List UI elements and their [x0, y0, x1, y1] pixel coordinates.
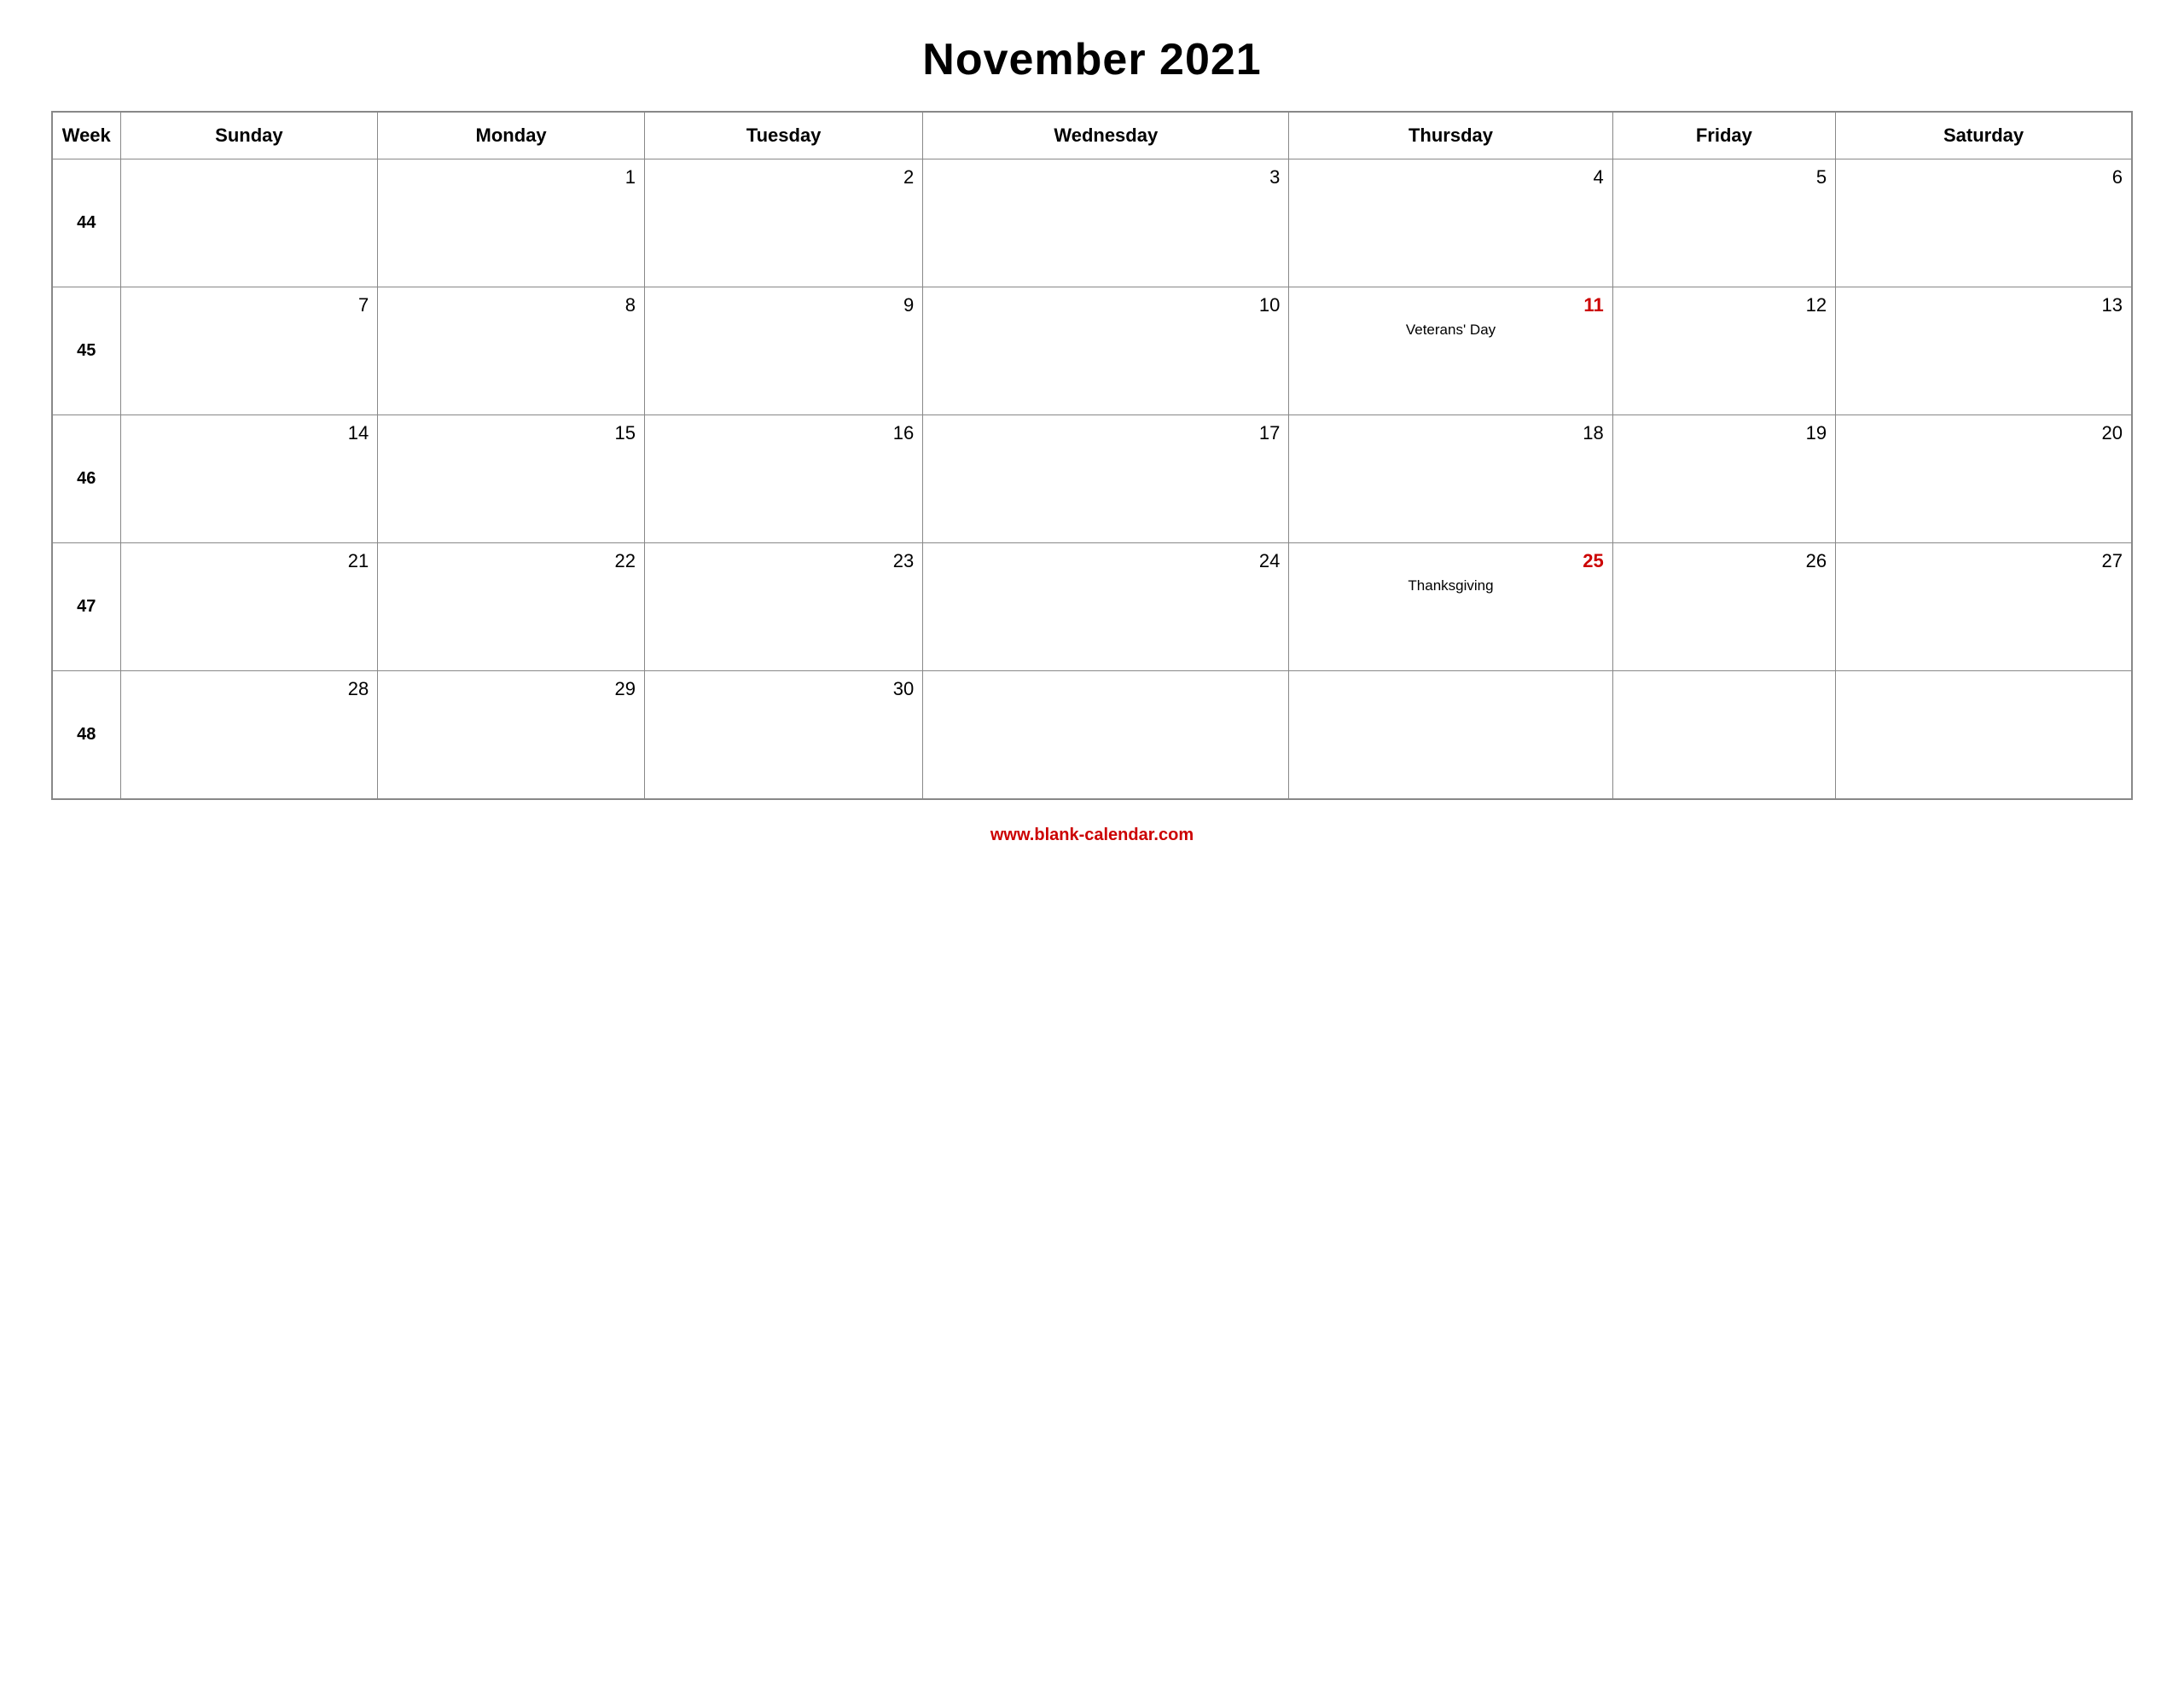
- day-cell: 6: [1836, 159, 2132, 287]
- day-cell: 13: [1836, 287, 2132, 415]
- day-cell: 24: [923, 543, 1289, 671]
- day-cell: 21: [120, 543, 378, 671]
- col-header-week: Week: [52, 112, 120, 159]
- day-number: 13: [1844, 294, 2123, 316]
- day-number: 11: [1298, 294, 1603, 316]
- day-cell: 27: [1836, 543, 2132, 671]
- day-cell: 12: [1612, 287, 1835, 415]
- page-title: November 2021: [922, 34, 1261, 85]
- table-row: 48 28 29 30: [52, 671, 2132, 799]
- day-number: 21: [130, 550, 369, 572]
- day-number: 20: [1844, 422, 2123, 444]
- table-row: 45 789 10 11 Veterans' Day 12 13: [52, 287, 2132, 415]
- day-cell: [120, 159, 378, 287]
- day-cell: 28: [120, 671, 378, 799]
- day-cell: 10: [923, 287, 1289, 415]
- day-number: 5: [1622, 166, 1827, 188]
- day-cell: [1836, 671, 2132, 799]
- day-cell: 29: [378, 671, 645, 799]
- day-cell: [1289, 671, 1612, 799]
- day-number: 9: [653, 294, 914, 316]
- day-number: 4: [1298, 166, 1603, 188]
- holiday-name: Thanksgiving: [1298, 577, 1603, 594]
- calendar-table: Week Sunday Monday Tuesday Wednesday Thu…: [51, 111, 2133, 800]
- col-header-saturday: Saturday: [1836, 112, 2132, 159]
- day-number: 3: [932, 166, 1280, 188]
- day-number: 23: [653, 550, 914, 572]
- week-number: 46: [52, 415, 120, 543]
- table-row: 46 14 15 16 17 18 19 20: [52, 415, 2132, 543]
- week-number: 44: [52, 159, 120, 287]
- day-cell: 7: [120, 287, 378, 415]
- day-cell: 8: [378, 287, 645, 415]
- col-header-monday: Monday: [378, 112, 645, 159]
- day-cell: 9: [644, 287, 922, 415]
- day-number: 14: [130, 422, 369, 444]
- day-number: 29: [386, 678, 636, 700]
- day-number: 15: [386, 422, 636, 444]
- holiday-name: Veterans' Day: [1298, 322, 1603, 339]
- col-header-wednesday: Wednesday: [923, 112, 1289, 159]
- day-cell: 2: [644, 159, 922, 287]
- col-header-friday: Friday: [1612, 112, 1835, 159]
- week-number: 48: [52, 671, 120, 799]
- day-number: 12: [1622, 294, 1827, 316]
- col-header-sunday: Sunday: [120, 112, 378, 159]
- col-header-thursday: Thursday: [1289, 112, 1612, 159]
- header-row: Week Sunday Monday Tuesday Wednesday Thu…: [52, 112, 2132, 159]
- day-number: 26: [1622, 550, 1827, 572]
- day-number: 7: [130, 294, 369, 316]
- footer: www.blank-calendar.com: [990, 826, 1194, 845]
- day-cell: 1: [378, 159, 645, 287]
- day-cell: 16: [644, 415, 922, 543]
- day-cell: 20: [1836, 415, 2132, 543]
- day-cell: 17: [923, 415, 1289, 543]
- day-cell: [1612, 671, 1835, 799]
- day-cell: 22: [378, 543, 645, 671]
- day-number: 30: [653, 678, 914, 700]
- footer-link[interactable]: www.blank-calendar.com: [990, 826, 1194, 844]
- day-number: 8: [386, 294, 636, 316]
- day-number: 17: [932, 422, 1280, 444]
- day-cell: 26: [1612, 543, 1835, 671]
- week-number: 47: [52, 543, 120, 671]
- day-cell: 30: [644, 671, 922, 799]
- day-number: 19: [1622, 422, 1827, 444]
- day-number: 2: [653, 166, 914, 188]
- table-row: 47 21 22 23 24 25 Thanksgiving 26 27: [52, 543, 2132, 671]
- day-number: 18: [1298, 422, 1603, 444]
- day-number: 27: [1844, 550, 2123, 572]
- day-cell: 11 Veterans' Day: [1289, 287, 1612, 415]
- day-cell: 19: [1612, 415, 1835, 543]
- day-number: 22: [386, 550, 636, 572]
- day-cell: 23: [644, 543, 922, 671]
- week-number: 45: [52, 287, 120, 415]
- day-cell: [923, 671, 1289, 799]
- day-cell: 4: [1289, 159, 1612, 287]
- day-cell: 3: [923, 159, 1289, 287]
- col-header-tuesday: Tuesday: [644, 112, 922, 159]
- day-number: 25: [1298, 550, 1603, 572]
- day-cell: 15: [378, 415, 645, 543]
- day-number: 24: [932, 550, 1280, 572]
- day-number: 16: [653, 422, 914, 444]
- day-number: 10: [932, 294, 1280, 316]
- table-row: 44 123456: [52, 159, 2132, 287]
- day-cell: 14: [120, 415, 378, 543]
- day-number: 1: [386, 166, 636, 188]
- day-cell: 25 Thanksgiving: [1289, 543, 1612, 671]
- day-cell: 5: [1612, 159, 1835, 287]
- day-number: 28: [130, 678, 369, 700]
- day-cell: 18: [1289, 415, 1612, 543]
- day-number: 6: [1844, 166, 2123, 188]
